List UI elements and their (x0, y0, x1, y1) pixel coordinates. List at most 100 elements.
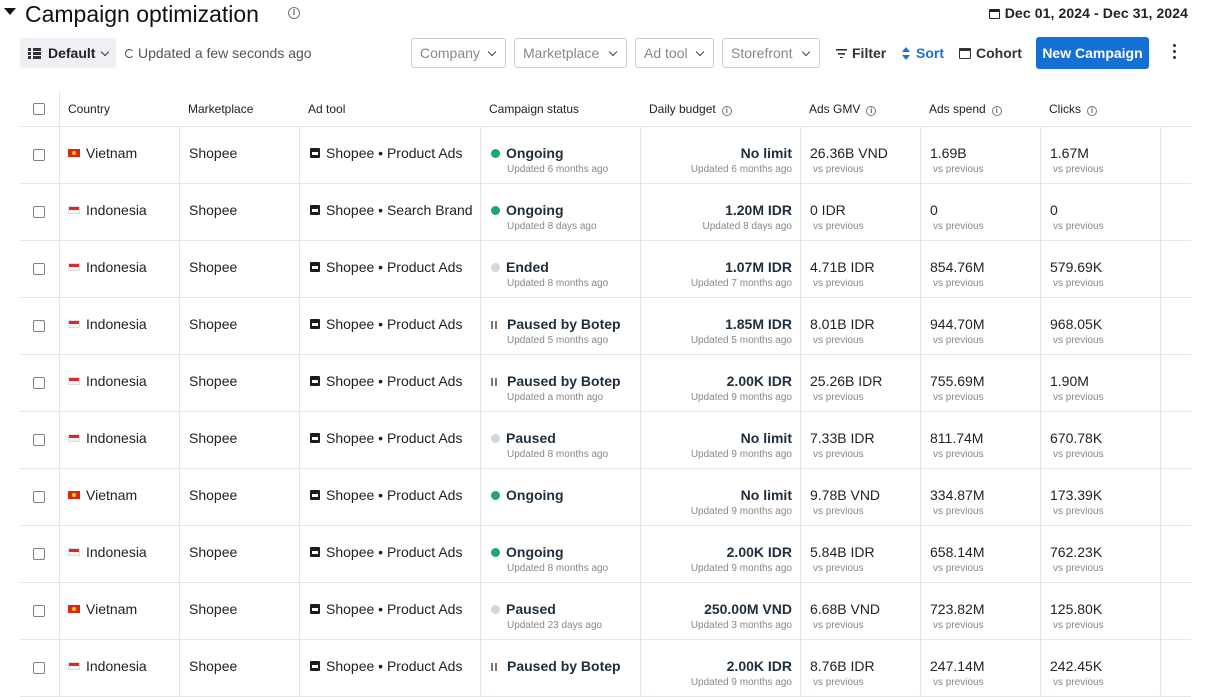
storefront-dropdown[interactable]: Storefront (722, 38, 820, 68)
daily-budget-value[interactable]: 250.00M VND (650, 601, 792, 617)
vn-flag-icon (68, 605, 80, 613)
campaign-status[interactable]: Paused by Botep (491, 373, 621, 389)
table-row[interactable]: Indonesia Shopee Shopee • Product Ads Ongoi… (20, 526, 1191, 583)
campaign-status[interactable]: Paused (491, 601, 556, 617)
collapse-caret-icon[interactable] (4, 8, 16, 15)
info-icon[interactable]: i (721, 106, 732, 116)
ads-gmv-value: 0 IDR (810, 202, 846, 218)
status-updated-text: Updated 23 days ago (507, 620, 603, 631)
table-row[interactable]: Indonesia Shopee Shopee • Product Ads Pause… (20, 298, 1191, 355)
campaign-status[interactable]: Paused by Botep (491, 658, 621, 674)
ad-tool-cell[interactable]: Shopee • Product Ads (310, 373, 462, 389)
row-checkbox[interactable] (33, 149, 45, 161)
view-selector-button[interactable]: Default (20, 38, 116, 68)
row-checkbox[interactable] (33, 263, 45, 275)
ad-tool-cell[interactable]: Shopee • Product Ads (310, 145, 462, 161)
vs-previous-label: vs previous (933, 620, 984, 631)
row-checkbox[interactable] (33, 491, 45, 503)
daily-budget-value[interactable]: 2.00K IDR (650, 373, 792, 389)
marketplace-dropdown[interactable]: Marketplace (514, 38, 627, 68)
table-row[interactable]: Vietnam Shopee Shopee • Product Ads Ongoing… (20, 127, 1191, 184)
row-checkbox[interactable] (33, 377, 45, 389)
row-checkbox[interactable] (33, 548, 45, 560)
budget-updated-text: Updated 6 months ago (690, 164, 792, 175)
chevron-down-icon (801, 47, 811, 57)
info-icon[interactable]: i (1087, 106, 1097, 116)
status-label: Ongoing (506, 487, 564, 503)
info-icon[interactable]: i (866, 106, 877, 116)
ad-tool-cell[interactable]: Shopee • Product Ads (310, 316, 462, 332)
campaign-status[interactable]: Ongoing (491, 487, 564, 503)
table-row[interactable]: Vietnam Shopee Shopee • Product Ads Ongoing… (20, 469, 1191, 526)
ad-tool-cell[interactable]: Shopee • Product Ads (310, 544, 462, 560)
ad-tool-cell[interactable]: Shopee • Product Ads (310, 487, 462, 503)
table-row[interactable]: Indonesia Shopee Shopee • Product Ads Ended… (20, 241, 1191, 298)
campaign-status[interactable]: Ongoing (491, 145, 564, 161)
chevron-down-icon (695, 47, 705, 57)
table-row[interactable]: Vietnam Shopee Shopee • Product Ads Paused U… (20, 583, 1191, 640)
status-updated-text: Updated 6 months ago (507, 164, 609, 175)
campaign-status[interactable]: Paused by Botep (491, 316, 621, 332)
daily-budget-value[interactable]: 1.85M IDR (650, 316, 792, 332)
company-dropdown-placeholder: Company (420, 45, 480, 61)
table-row[interactable]: Indonesia Shopee Shopee • Product Ads Pause… (20, 355, 1191, 412)
country-cell: Indonesia (68, 658, 147, 674)
table-row[interactable]: Indonesia Shopee Shopee • Product Ads Pause… (20, 640, 1191, 697)
id-flag-icon (68, 662, 80, 670)
campaign-status[interactable]: Ongoing (491, 544, 564, 560)
status-updated-text: Updated 8 days ago (507, 221, 597, 232)
row-checkbox[interactable] (33, 662, 45, 674)
column-header-ad-tool[interactable]: Ad tool (308, 102, 345, 116)
row-checkbox[interactable] (33, 605, 45, 617)
ad-tool-dropdown[interactable]: Ad tool (635, 38, 714, 68)
sort-button[interactable]: Sort (902, 45, 944, 61)
refresh-status[interactable]: Updated a few seconds ago (125, 45, 312, 61)
ad-tool-cell[interactable]: Shopee • Product Ads (310, 430, 462, 446)
filter-button[interactable]: Filter (836, 45, 886, 61)
campaign-status[interactable]: Ended (491, 259, 549, 275)
date-range-picker[interactable]: Dec 01, 2024 - Dec 31, 2024 (988, 5, 1188, 21)
column-header-ads-spend[interactable]: Ads spend i (929, 102, 1002, 116)
ad-tool-cell[interactable]: Shopee • Search Brand (310, 202, 473, 218)
filter-label: Filter (852, 45, 887, 61)
table-row[interactable]: Indonesia Shopee Shopee • Search Brand Ongo… (20, 184, 1191, 241)
table-body: Vietnam Shopee Shopee • Product Ads Ongoing… (20, 127, 1191, 697)
column-header-clicks[interactable]: Clicks i (1049, 102, 1097, 116)
ad-tool-dropdown-placeholder: Ad tool (644, 45, 688, 61)
updated-text: Updated a few seconds ago (138, 45, 312, 61)
vs-previous-label: vs previous (933, 221, 984, 232)
row-checkbox[interactable] (33, 434, 45, 446)
info-icon[interactable]: i (288, 7, 300, 19)
ad-tool-cell[interactable]: Shopee • Product Ads (310, 658, 462, 674)
select-all-checkbox[interactable] (33, 103, 45, 115)
daily-budget-value[interactable]: 2.00K IDR (650, 544, 792, 560)
cohort-button[interactable]: Cohort (959, 45, 1022, 61)
daily-budget-value[interactable]: 1.07M IDR (650, 259, 792, 275)
ad-tool-cell[interactable]: Shopee • Product Ads (310, 601, 462, 617)
campaign-status[interactable]: Ongoing (491, 202, 564, 218)
daily-budget-value[interactable]: No limit (650, 430, 792, 446)
info-icon[interactable]: i (991, 106, 1002, 116)
table-row[interactable]: Indonesia Shopee Shopee • Product Ads Pause… (20, 412, 1191, 469)
row-checkbox[interactable] (33, 206, 45, 218)
daily-budget-value[interactable]: 2.00K IDR (650, 658, 792, 674)
column-header-ads-gmv[interactable]: Ads GMV i (809, 102, 877, 116)
pause-icon (491, 663, 498, 671)
column-header-country[interactable]: Country (68, 102, 110, 116)
vs-previous-label: vs previous (933, 677, 984, 688)
id-flag-icon (68, 548, 80, 556)
more-options-icon[interactable] (1168, 44, 1180, 62)
ad-tool-cell[interactable]: Shopee • Product Ads (310, 259, 462, 275)
row-checkbox[interactable] (33, 320, 45, 332)
column-header-daily-budget[interactable]: Daily budget i (649, 102, 732, 116)
campaign-status[interactable]: Paused (491, 430, 556, 446)
daily-budget-value[interactable]: No limit (650, 487, 792, 503)
ad-tool-icon (310, 604, 320, 614)
column-header-campaign-status[interactable]: Campaign status (489, 102, 579, 116)
column-header-marketplace[interactable]: Marketplace (188, 102, 253, 116)
daily-budget-value[interactable]: 1.20M IDR (650, 202, 792, 218)
company-dropdown[interactable]: Company (411, 38, 506, 68)
new-campaign-button[interactable]: New Campaign (1036, 37, 1149, 69)
daily-budget-value[interactable]: No limit (650, 145, 792, 161)
vs-previous-label: vs previous (813, 392, 864, 403)
